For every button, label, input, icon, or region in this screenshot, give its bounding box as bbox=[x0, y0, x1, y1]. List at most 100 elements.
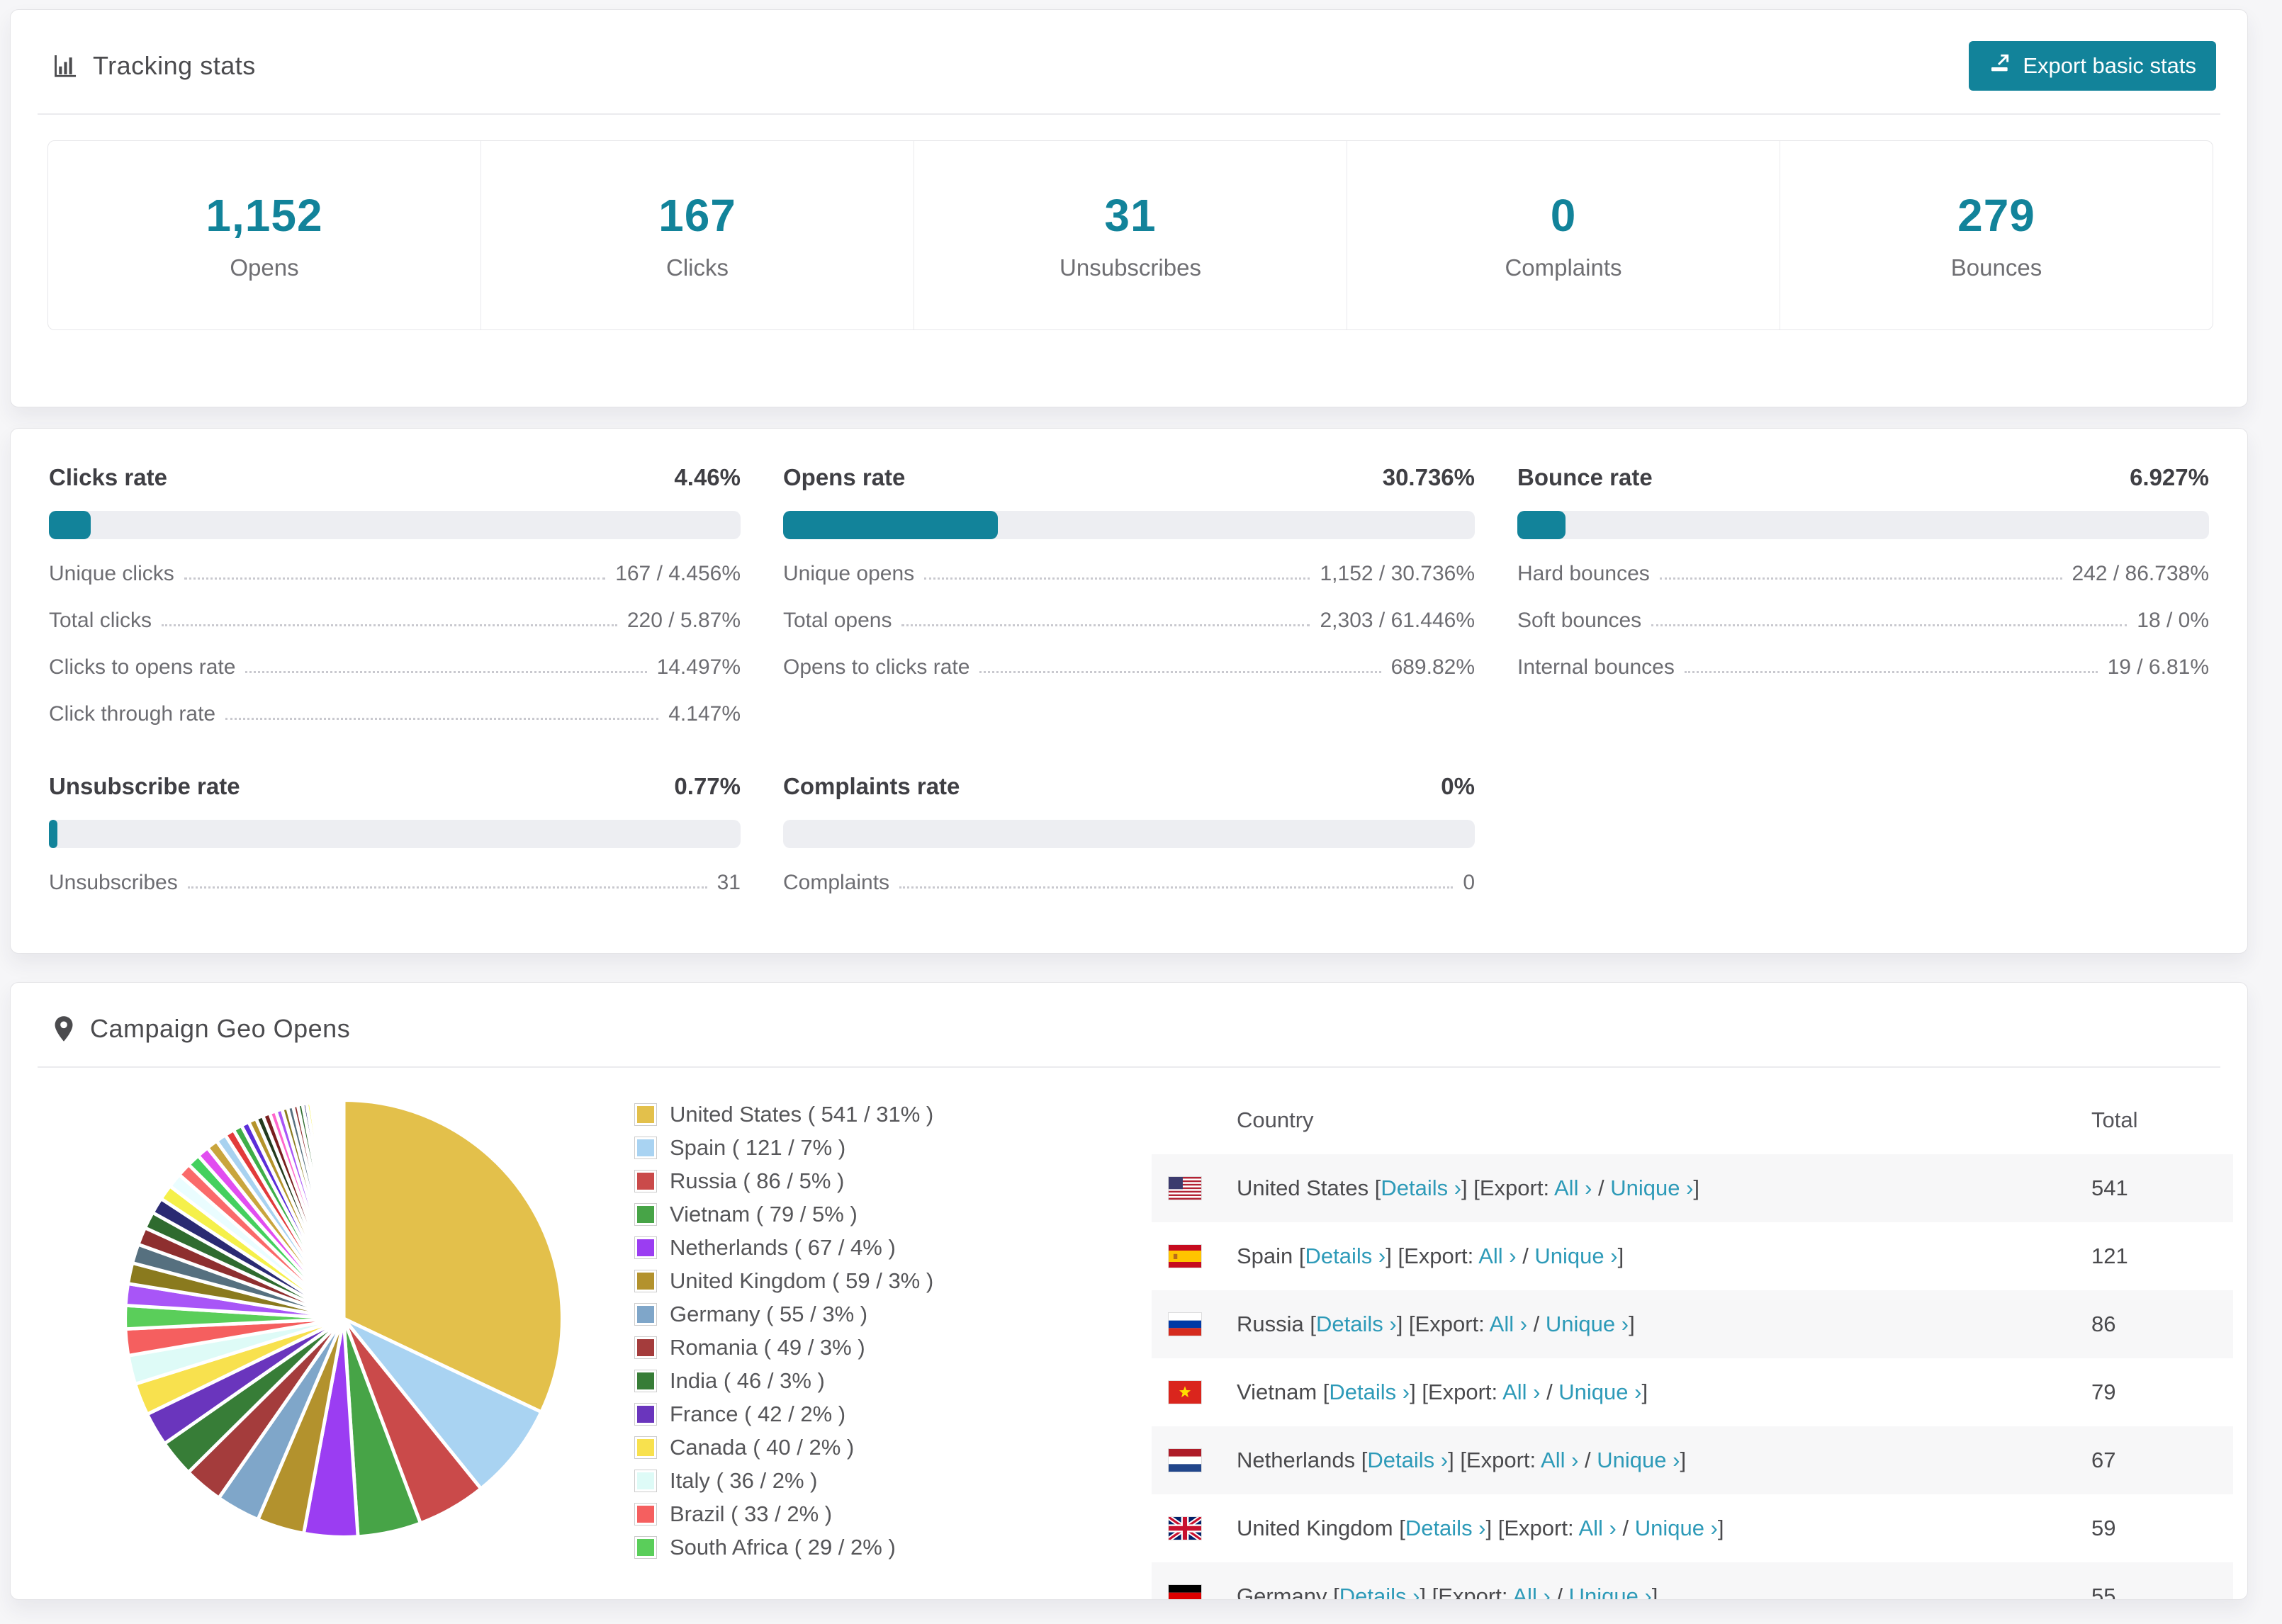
legend-swatch bbox=[634, 1203, 657, 1226]
country-name: United States bbox=[1237, 1175, 1369, 1200]
details-link[interactable]: Details › bbox=[1367, 1448, 1448, 1472]
country-name: Vietnam bbox=[1237, 1380, 1317, 1404]
legend-item: Canada ( 40 / 2% ) bbox=[634, 1435, 1152, 1460]
details-link[interactable]: Details › bbox=[1305, 1244, 1386, 1268]
tracking-stats-header: Tracking stats Export basic stats bbox=[11, 10, 2247, 113]
details-link[interactable]: Details › bbox=[1329, 1380, 1410, 1404]
metric-row: Hard bounces 242 / 86.738% bbox=[1517, 562, 2209, 586]
metric-row: Complaints 0 bbox=[783, 871, 1475, 895]
export-unique-link[interactable]: Unique › bbox=[1569, 1584, 1652, 1599]
stat-value: 167 bbox=[658, 190, 736, 241]
export-basic-stats-button[interactable]: Export basic stats bbox=[1969, 41, 2216, 91]
geo-table-body: United States [Details ›] [Export: All ›… bbox=[1152, 1154, 2233, 1600]
metric-row-value: 2,303 / 61.446% bbox=[1320, 609, 1475, 632]
country-name: Germany bbox=[1237, 1584, 1327, 1600]
details-link[interactable]: Details › bbox=[1405, 1516, 1486, 1540]
legend-swatch bbox=[634, 1270, 657, 1292]
export-unique-link[interactable]: Unique › bbox=[1610, 1175, 1693, 1200]
legend-swatch bbox=[634, 1470, 657, 1492]
total-cell: 79 bbox=[2091, 1380, 2116, 1404]
legend-label: India ( 46 / 3% ) bbox=[670, 1368, 825, 1393]
de-flag-icon bbox=[1169, 1585, 1201, 1599]
geo-pie-chart bbox=[11, 1086, 634, 1599]
progress-fill bbox=[783, 511, 998, 539]
export-icon bbox=[1989, 52, 2011, 80]
metric-row-value: 31 bbox=[716, 871, 741, 894]
dotted-leader bbox=[899, 886, 1454, 889]
legend-item: Netherlands ( 67 / 4% ) bbox=[634, 1235, 1152, 1261]
country-name: Netherlands bbox=[1237, 1448, 1356, 1472]
progress-bar bbox=[1517, 511, 2209, 539]
geo-table-row-nl: Netherlands [Details ›] [Export: All › /… bbox=[1152, 1426, 2233, 1494]
legend-swatch bbox=[634, 1236, 657, 1259]
legend-label: South Africa ( 29 / 2% ) bbox=[670, 1535, 896, 1560]
metric-clicks-rate: Clicks rate 4.46% Unique clicks 167 / 4.… bbox=[49, 464, 741, 726]
metric-row-label: Clicks to opens rate bbox=[49, 655, 236, 679]
progress-fill bbox=[1517, 511, 1566, 539]
legend-label: Russia ( 86 / 5% ) bbox=[670, 1168, 845, 1193]
geo-table-header: Country Total bbox=[1152, 1086, 2233, 1154]
metric-value: 0.77% bbox=[674, 773, 741, 799]
stat-value: 0 bbox=[1550, 190, 1577, 241]
metric-value: 4.46% bbox=[674, 464, 741, 490]
dotted-leader bbox=[924, 577, 1310, 580]
legend-label: Vietnam ( 79 / 5% ) bbox=[670, 1202, 858, 1227]
progress-bar bbox=[49, 820, 741, 848]
legend-swatch bbox=[634, 1336, 657, 1359]
country-name: Russia bbox=[1237, 1312, 1304, 1336]
country-cell: Germany [Details ›] [Export: All › / Uni… bbox=[1201, 1584, 2091, 1600]
country-cell: Netherlands [Details ›] [Export: All › /… bbox=[1237, 1448, 1687, 1472]
metric-row-label: Total opens bbox=[783, 609, 892, 632]
stat-label: Bounces bbox=[1950, 254, 2042, 281]
stat-label: Unsubscribes bbox=[1060, 254, 1201, 281]
geo-table-row-us: United States [Details ›] [Export: All ›… bbox=[1152, 1154, 2233, 1222]
legend-item: Brazil ( 33 / 2% ) bbox=[634, 1501, 1152, 1527]
column-header-total: Total bbox=[2091, 1107, 2138, 1132]
details-link[interactable]: Details › bbox=[1339, 1584, 1420, 1599]
export-unique-link[interactable]: Unique › bbox=[1597, 1448, 1680, 1472]
geo-table-row-vn: Vietnam [Details ›] [Export: All › / Uni… bbox=[1152, 1358, 2233, 1426]
details-link[interactable]: Details › bbox=[1316, 1312, 1397, 1336]
export-unique-link[interactable]: Unique › bbox=[1546, 1312, 1629, 1336]
export-unique-link[interactable]: Unique › bbox=[1635, 1516, 1718, 1540]
export-all-link[interactable]: All › bbox=[1541, 1448, 1578, 1472]
legend-item: South Africa ( 29 / 2% ) bbox=[634, 1535, 1152, 1560]
export-all-link[interactable]: All › bbox=[1502, 1380, 1540, 1404]
geo-content: United States ( 541 / 31% ) Spain ( 121 … bbox=[11, 1068, 2247, 1600]
dotted-leader bbox=[1659, 577, 2062, 580]
legend-label: Canada ( 40 / 2% ) bbox=[670, 1435, 855, 1460]
legend-swatch bbox=[634, 1103, 657, 1126]
us-flag-icon bbox=[1169, 1177, 1201, 1200]
export-all-link[interactable]: All › bbox=[1478, 1244, 1516, 1268]
legend-swatch bbox=[634, 1503, 657, 1526]
country-cell: Spain [Details ›] [Export: All › / Uniqu… bbox=[1237, 1244, 1624, 1268]
geo-table-row-es: Spain [Details ›] [Export: All › / Uniqu… bbox=[1152, 1222, 2233, 1290]
legend-item: Italy ( 36 / 2% ) bbox=[634, 1468, 1152, 1494]
country-cell: Vietnam [Details ›] [Export: All › / Uni… bbox=[1237, 1380, 1648, 1404]
export-all-link[interactable]: All › bbox=[1578, 1516, 1616, 1540]
metric-row-label: Hard bounces bbox=[1517, 562, 1650, 585]
progress-bar bbox=[783, 511, 1475, 539]
legend-label: Spain ( 121 / 7% ) bbox=[670, 1135, 846, 1160]
metric-row-value: 4.147% bbox=[668, 702, 741, 726]
progress-bar bbox=[49, 511, 741, 539]
export-all-link[interactable]: All › bbox=[1512, 1584, 1550, 1599]
export-all-link[interactable]: All › bbox=[1554, 1175, 1592, 1200]
legend-swatch bbox=[634, 1303, 657, 1326]
metric-row-value: 19 / 6.81% bbox=[2107, 655, 2209, 679]
metric-value: 30.736% bbox=[1382, 464, 1475, 490]
legend-label: Romania ( 49 / 3% ) bbox=[670, 1335, 865, 1360]
legend-swatch bbox=[634, 1436, 657, 1459]
export-unique-link[interactable]: Unique › bbox=[1534, 1244, 1617, 1268]
metric-row-value: 1,152 / 30.736% bbox=[1320, 562, 1475, 585]
geo-table: Country Total United States [Details ›] … bbox=[1152, 1086, 2233, 1600]
dotted-leader bbox=[901, 624, 1310, 626]
legend-label: United Kingdom ( 59 / 3% ) bbox=[670, 1268, 934, 1293]
metric-row-value: 689.82% bbox=[1390, 655, 1475, 679]
details-link[interactable]: Details › bbox=[1381, 1175, 1461, 1200]
column-header-country: Country bbox=[1237, 1107, 1314, 1132]
export-unique-link[interactable]: Unique › bbox=[1558, 1380, 1641, 1404]
dotted-leader bbox=[184, 577, 606, 580]
metric-row: Internal bounces 19 / 6.81% bbox=[1517, 655, 2209, 680]
export-all-link[interactable]: All › bbox=[1490, 1312, 1527, 1336]
